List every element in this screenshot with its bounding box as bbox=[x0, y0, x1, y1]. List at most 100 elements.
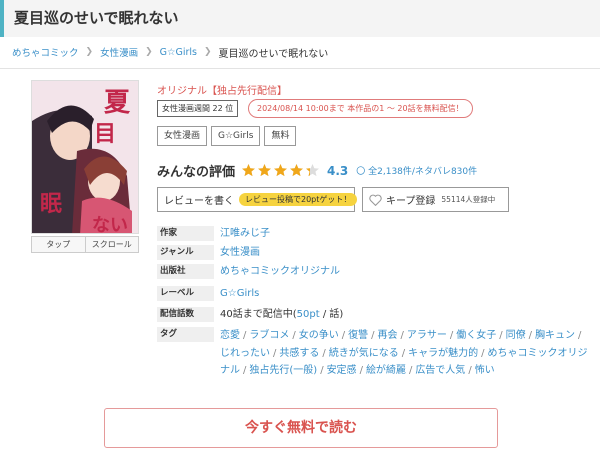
tag-separator: / bbox=[499, 330, 503, 341]
heart-icon bbox=[369, 194, 382, 206]
tag-separator: / bbox=[341, 330, 346, 341]
author-link[interactable]: 江唯みじ子 bbox=[214, 226, 270, 241]
tag-link[interactable]: 怖い bbox=[475, 365, 495, 376]
star-icon bbox=[289, 163, 304, 178]
tag-separator: / bbox=[468, 365, 472, 376]
episodes-value: 40話まで配信中(50pt / 話) bbox=[214, 307, 343, 322]
tag-link[interactable]: 独占先行(一般) bbox=[249, 365, 317, 376]
tag-separator: / bbox=[322, 347, 326, 359]
tag-link[interactable]: 働く女子 bbox=[456, 330, 496, 341]
tag-link[interactable]: キャラが魅力的 bbox=[408, 348, 478, 359]
info-row-genre: ジャンル 女性漫画 bbox=[157, 245, 597, 260]
info-label: タグ bbox=[157, 327, 214, 342]
tag-link[interactable]: 安定感 bbox=[327, 365, 357, 376]
tag-link[interactable]: 広告で人気 bbox=[415, 365, 465, 376]
keep-button[interactable]: キープ登録 55114人登録中 bbox=[362, 187, 509, 212]
free-campaign-badge: 2024/08/14 10:00まで 本作品の1 ～ 20話を無料配信！ bbox=[248, 99, 473, 118]
genre-tag[interactable]: G☆Girls bbox=[211, 126, 261, 146]
svg-text:夏: 夏 bbox=[104, 88, 131, 118]
tag-list: 恋愛 / ラブコメ / 女の争い / 復讐 / 再会 / アラサー / 働く女子 / 同僚 / 胸キュン/じれっ… bbox=[214, 327, 594, 380]
tag-separator: / bbox=[320, 365, 324, 376]
tap-button[interactable]: タップ bbox=[31, 236, 86, 253]
svg-text:目: 目 bbox=[94, 121, 116, 147]
label-link[interactable]: G☆Girls bbox=[214, 286, 259, 301]
tag-separator: / bbox=[578, 330, 582, 341]
tag-separator: / bbox=[292, 330, 296, 341]
tag-link[interactable]: 共感する bbox=[279, 348, 319, 359]
keep-label: キープ登録 bbox=[386, 196, 436, 207]
rating-section: みんなの評価 4.3 〇 全2,138件/ネタバレ830件 bbox=[157, 161, 477, 181]
episodes-price: 50pt bbox=[296, 309, 320, 320]
tag-separator: / bbox=[400, 330, 404, 341]
info-row-publisher: 出版社 めちゃコミックオリジナル bbox=[157, 264, 597, 279]
original-label: オリジナル【独占先行配信】 bbox=[157, 86, 287, 97]
star-icon bbox=[305, 163, 320, 178]
tag-link[interactable]: じれったい bbox=[220, 348, 270, 359]
cover-buttons: タップ スクロール bbox=[31, 236, 139, 253]
read-free-now-button[interactable]: 今すぐ無料で読む bbox=[104, 408, 498, 448]
info-label: 出版社 bbox=[157, 264, 214, 279]
info-table: 作家 江唯みじ子 ジャンル 女性漫画 出版社 めちゃコミックオリジナル レーベル… bbox=[157, 226, 597, 380]
info-label: レーベル bbox=[157, 286, 214, 301]
genre-tag[interactable]: 女性漫画 bbox=[157, 126, 208, 146]
chevron-right-icon: ❯ bbox=[85, 47, 94, 57]
tag-separator: / bbox=[401, 347, 406, 359]
info-label: ジャンル bbox=[157, 245, 214, 260]
star-icon bbox=[273, 163, 288, 178]
star-rating bbox=[241, 163, 321, 178]
review-bonus-pill: レビュー投稿で20ptゲット！ bbox=[239, 193, 358, 206]
info-row-tags: タグ 恋愛 / ラブコメ / 女の争い / 復讐 / 再会 / アラサー / 働く女子 / 同僚 / 胸キュン /… bbox=[157, 327, 597, 380]
scroll-button[interactable]: スクロール bbox=[85, 236, 139, 253]
tag-separator: / bbox=[408, 365, 413, 376]
tag-link[interactable]: 胸キュン bbox=[535, 330, 575, 341]
rating-value: 4.3 bbox=[327, 163, 349, 178]
tag-separator: / bbox=[359, 365, 363, 376]
svg-text:ない: ない bbox=[92, 215, 128, 234]
tag-link[interactable]: 絵が綺麗 bbox=[366, 365, 406, 376]
genre-link[interactable]: 女性漫画 bbox=[214, 245, 260, 260]
tag-link[interactable]: 同僚 bbox=[506, 330, 526, 341]
info-row-author: 作家 江唯みじ子 bbox=[157, 226, 597, 241]
tag-separator: / bbox=[528, 330, 532, 341]
breadcrumb-item-label[interactable]: G☆Girls bbox=[160, 47, 197, 58]
tag-link[interactable]: アラサー bbox=[407, 330, 447, 341]
tag-separator: / bbox=[273, 347, 277, 359]
page-title: 夏目巡のせいで眠れない bbox=[14, 9, 179, 27]
publisher-link[interactable]: めちゃコミックオリジナル bbox=[214, 264, 340, 279]
tag-separator: / bbox=[243, 330, 247, 341]
write-review-button[interactable]: レビューを書く レビュー投稿で20ptゲット！ bbox=[157, 187, 358, 212]
ranking-badge[interactable]: 女性漫画週間 22 位 bbox=[157, 100, 239, 117]
tag-link[interactable]: 女の争い bbox=[299, 330, 339, 341]
tag-link[interactable]: 続きが気になる bbox=[329, 348, 399, 359]
episodes-suffix: / 話) bbox=[319, 309, 344, 320]
info-row-label: レーベル G☆Girls bbox=[157, 286, 597, 301]
tag-separator: / bbox=[371, 330, 375, 341]
genre-tag[interactable]: 無料 bbox=[264, 126, 297, 146]
tag-separator: / bbox=[243, 365, 247, 376]
cover-image[interactable]: 夏 目 眠 ない bbox=[31, 80, 139, 234]
chevron-right-icon: ❯ bbox=[145, 47, 153, 57]
breadcrumb-item-josei[interactable]: 女性漫画 bbox=[100, 45, 138, 59]
star-icon bbox=[241, 163, 256, 178]
keep-count: 55114人登録中 bbox=[441, 195, 496, 204]
star-icon bbox=[257, 163, 272, 178]
genre-tags: 女性漫画 G☆Girls 無料 bbox=[157, 126, 297, 146]
breadcrumb-current: 夏目巡のせいで眠れない bbox=[218, 48, 329, 60]
divider bbox=[0, 68, 600, 69]
review-count-link[interactable]: 〇 全2,138件/ネタバレ830件 bbox=[356, 164, 477, 177]
breadcrumb: めちゃコミック ❯ 女性漫画 ❯ G☆Girls ❯ 夏目巡のせいで眠れない bbox=[12, 45, 329, 60]
write-review-label: レビューを書く bbox=[164, 196, 234, 207]
cover-illustration: 夏 目 眠 ない bbox=[32, 81, 138, 234]
episodes-prefix: 40話まで配信中( bbox=[220, 309, 297, 320]
tag-link[interactable]: 恋愛 bbox=[220, 330, 240, 341]
chevron-right-icon: ❯ bbox=[204, 47, 212, 57]
tag-link[interactable]: 再会 bbox=[378, 330, 398, 341]
svg-text:眠: 眠 bbox=[40, 191, 62, 217]
info-label: 配信話数 bbox=[157, 307, 214, 322]
rating-label: みんなの評価 bbox=[157, 165, 236, 180]
tag-link[interactable]: 復讐 bbox=[348, 330, 368, 341]
info-label: 作家 bbox=[157, 226, 214, 241]
tag-separator: / bbox=[481, 347, 485, 359]
breadcrumb-item-mechacomic[interactable]: めちゃコミック bbox=[12, 45, 79, 59]
tag-link[interactable]: ラブコメ bbox=[249, 330, 289, 341]
